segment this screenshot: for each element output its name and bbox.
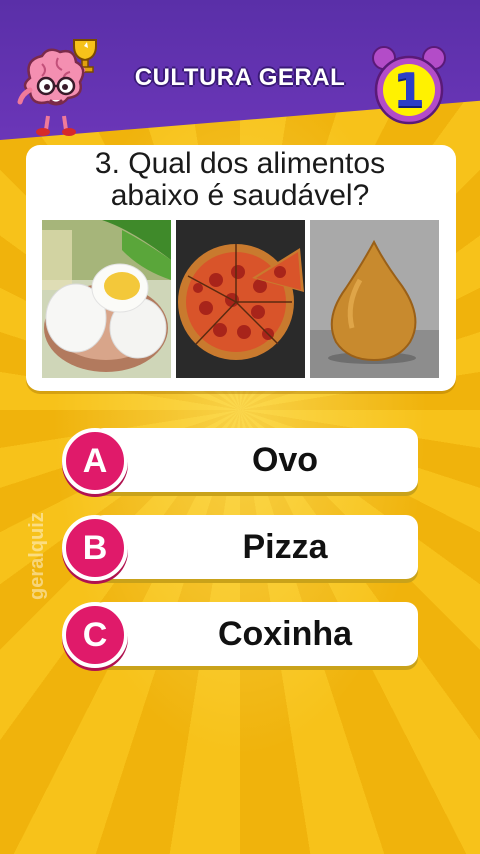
watermark: geralquiz: [26, 512, 48, 600]
answer-pill[interactable]: Coxinha: [92, 602, 418, 666]
timer-number: 1: [392, 63, 425, 117]
brain-mascot-icon: [17, 39, 97, 136]
answer-label[interactable]: Ovo: [162, 428, 408, 492]
question-text: 3. Qual dos alimentos abaixo é saudável?: [30, 148, 450, 212]
answer-letter-badge[interactable]: C: [62, 602, 128, 668]
answer-pill[interactable]: Pizza: [92, 515, 418, 579]
question-line-2: abaixo é saudável?: [110, 179, 370, 212]
coxinha-image: [310, 220, 439, 378]
answer-letter-badge[interactable]: B: [62, 515, 128, 581]
question-line-1: 3. Qual dos alimentos: [94, 147, 386, 180]
pizza-image: [176, 220, 305, 378]
countdown-timer: 1: [368, 44, 450, 126]
app-title: CULTURA GERAL: [134, 64, 346, 91]
answer-label[interactable]: Pizza: [162, 515, 408, 579]
answer-option-b[interactable]: Pizza B: [62, 515, 420, 583]
eggs-image: [42, 220, 171, 378]
answer-letter-badge[interactable]: A: [62, 428, 128, 494]
answer-option-a[interactable]: Ovo A: [62, 428, 420, 496]
answer-option-c[interactable]: Coxinha C: [62, 602, 420, 670]
answer-pill[interactable]: Ovo: [92, 428, 418, 492]
answer-label[interactable]: Coxinha: [162, 602, 408, 666]
